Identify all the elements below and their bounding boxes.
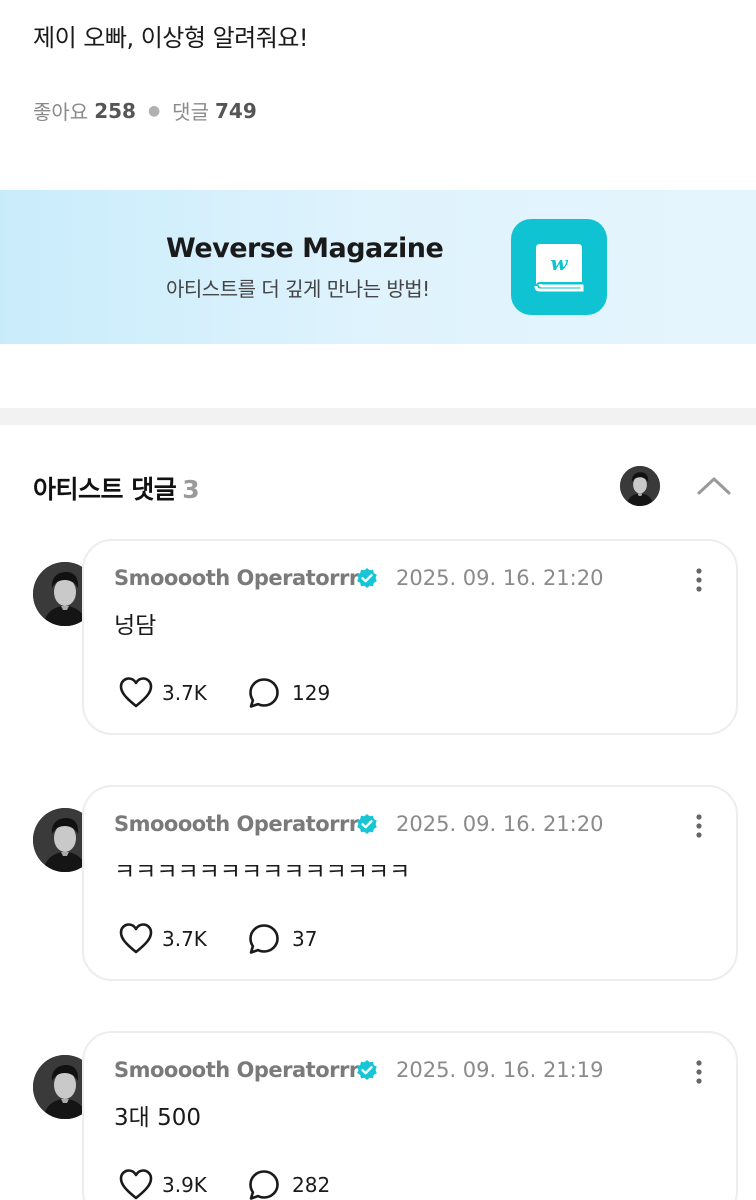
svg-text:w: w	[550, 251, 568, 275]
post-stats: 좋아요 258 ● 댓글 749	[33, 96, 257, 125]
verified-badge-icon	[357, 814, 377, 834]
artist-comments-count: 3	[182, 475, 200, 504]
artist-avatar[interactable]	[620, 466, 660, 506]
collapse-chevron-up-icon[interactable]	[696, 470, 732, 500]
comment-date: 2025. 09. 16. 21:19	[396, 1058, 604, 1082]
more-options-icon[interactable]	[689, 1057, 709, 1087]
banner-subtitle: 아티스트를 더 깊게 만나는 방법!	[166, 277, 430, 301]
likes-count: 258	[94, 98, 136, 123]
comment-author-name[interactable]: Smooooth Operatorrrr	[114, 1058, 369, 1082]
more-options-icon[interactable]	[689, 811, 709, 841]
like-count: 3.9K	[162, 1173, 207, 1197]
comment-text: ㅋㅋㅋㅋㅋㅋㅋㅋㅋㅋㅋㅋㅋㅋ	[114, 859, 411, 885]
separator-dot: ●	[147, 102, 161, 119]
weverse-magazine-banner[interactable]: Weverse Magazine 아티스트를 더 깊게 만나는 방법! w	[0, 190, 756, 344]
verified-badge-icon	[357, 1060, 377, 1080]
comment-date: 2025. 09. 16. 21:20	[396, 812, 604, 836]
artist-comments-label: 아티스트 댓글	[33, 475, 177, 504]
comment-date: 2025. 09. 16. 21:20	[396, 566, 604, 590]
comment-author-name[interactable]: Smooooth Operatorrrr	[114, 566, 369, 590]
heart-icon[interactable]	[118, 675, 154, 709]
likes-label: 좋아요	[33, 100, 89, 124]
comment-author-name[interactable]: Smooooth Operatorrrr	[114, 812, 369, 836]
heart-icon[interactable]	[118, 921, 154, 955]
comment-card: Smooooth Operatorrrr 2025. 09. 16. 21:20…	[82, 785, 738, 981]
reply-bubble-icon[interactable]	[247, 1168, 281, 1200]
comments-label: 댓글	[172, 100, 209, 124]
heart-icon[interactable]	[118, 1167, 154, 1200]
like-count: 3.7K	[162, 927, 207, 951]
reply-bubble-icon[interactable]	[247, 922, 281, 956]
reply-bubble-icon[interactable]	[247, 676, 281, 710]
comment-text: 3대 500	[114, 1105, 202, 1131]
weverse-magazine-app-icon: w	[511, 219, 607, 315]
comment-text: 넝담	[114, 613, 157, 639]
artist-comments-title: 아티스트 댓글 3	[33, 470, 200, 506]
reply-count: 282	[292, 1173, 331, 1197]
more-options-icon[interactable]	[689, 565, 709, 595]
like-count: 3.7K	[162, 681, 207, 705]
verified-badge-icon	[357, 568, 377, 588]
banner-title: Weverse Magazine	[166, 233, 444, 264]
post-title: 제이 오빠, 이상형 알려줘요!	[33, 24, 309, 52]
reply-count: 129	[292, 681, 331, 705]
section-divider	[0, 408, 756, 425]
comment-card: Smooooth Operatorrrr 2025. 09. 16. 21:19…	[82, 1031, 738, 1200]
comment-card: Smooooth Operatorrrr 2025. 09. 16. 21:20…	[82, 539, 738, 735]
comments-count: 749	[214, 98, 257, 123]
reply-count: 37	[292, 927, 318, 951]
